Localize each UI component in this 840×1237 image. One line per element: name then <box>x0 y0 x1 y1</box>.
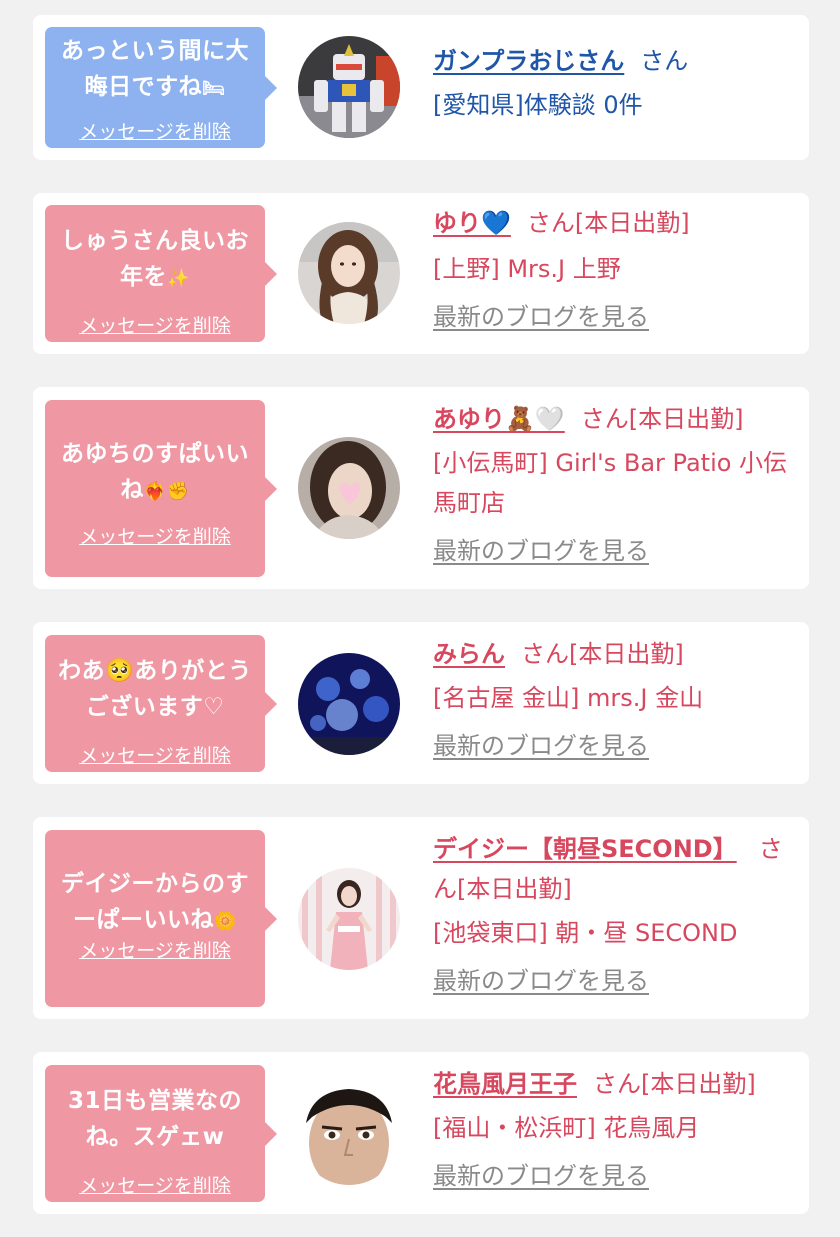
location-text: [小伝馬町] Girl's Bar Patio 小伝馬町店 <box>433 449 788 517</box>
work-status: さん[本日出勤] <box>580 405 744 433</box>
profile-info: 花鳥風月王子 さん[本日出勤] [福山・松浜町] 花鳥風月 最新のブログを見る <box>433 1064 797 1196</box>
latest-blog-link[interactable]: 最新のブログを見る <box>433 1156 797 1196</box>
delete-message-link[interactable]: メッセージを削除 <box>45 311 265 338</box>
profile-name-link[interactable]: ゆり💙 <box>433 209 511 237</box>
message-card: しゅうさん良いお年を✨ メッセージを削除 ゆり💙 さん[本日出勤] [上野] Mr… <box>33 193 809 354</box>
message-card: あっという間に大晦日ですね🛏 メッセージを削除 ガンプラおじさん さん [愛知県… <box>33 15 809 160</box>
avatar[interactable] <box>298 653 400 755</box>
message-bubble: しゅうさん良いお年を✨ メッセージを削除 <box>45 205 277 342</box>
message-bubble: 31日も営業なのね。スゲェw メッセージを削除 <box>45 1065 277 1202</box>
profile-name-link[interactable]: 花鳥風月王子 <box>433 1070 577 1098</box>
profile-info: ガンプラおじさん さん [愛知県]体験談 0件 <box>433 41 797 125</box>
message-card: デイジーからのすーぱーいいね🌼 メッセージを削除 デイジー【朝昼SECOND】 … <box>33 817 809 1019</box>
message-bubble: あっという間に大晦日ですね🛏 メッセージを削除 <box>45 27 277 148</box>
message-bubble: デイジーからのすーぱーいいね🌼 メッセージを削除 <box>45 830 277 1007</box>
work-status: さん[本日出勤] <box>526 209 690 237</box>
avatar-image <box>298 36 400 138</box>
avatar[interactable] <box>298 222 400 324</box>
message-text: しゅうさん良いお年を <box>61 228 249 290</box>
profile-info: あゆり🧸🤍 さん[本日出勤] [小伝馬町] Girl's Bar Patio 小伝… <box>433 399 797 571</box>
avatar-image <box>298 653 400 755</box>
message-card: あゆちのすぱいいね❤‍🔥✊ メッセージを削除 あゆり🧸🤍 さん[本日出勤] [小伝… <box>33 387 809 589</box>
message-emoji: ✨ <box>167 268 190 289</box>
message-list: あっという間に大晦日ですね🛏 メッセージを削除 ガンプラおじさん さん [愛知県… <box>0 0 840 1237</box>
avatar-image <box>298 1083 400 1185</box>
work-status: さん[本日出勤] <box>521 640 684 668</box>
message-text: わあ🥺ありがとうございます♡ <box>58 658 252 720</box>
location-text: [名古屋 金山] mrs.J 金山 <box>433 684 704 712</box>
message-bubble: あゆちのすぱいいね❤‍🔥✊ メッセージを削除 <box>45 400 277 577</box>
message-bubble: わあ🥺ありがとうございます♡ メッセージを削除 <box>45 635 277 772</box>
delete-message-link[interactable]: メッセージを削除 <box>45 522 265 549</box>
latest-blog-link[interactable]: 最新のブログを見る <box>433 297 797 337</box>
message-emoji: 🛏 <box>202 78 226 99</box>
location-text: [上野] Mrs.J 上野 <box>433 255 621 283</box>
latest-blog-link[interactable]: 最新のブログを見る <box>433 531 797 571</box>
delete-message-link[interactable]: メッセージを削除 <box>45 741 265 768</box>
message-emoji: ❤‍🔥✊ <box>143 481 190 502</box>
work-status: さん[本日出勤] <box>593 1070 756 1098</box>
message-text: 31日も営業なのね。スゲェw <box>67 1088 242 1150</box>
location-text: [池袋東口] 朝・昼 SECOND <box>433 919 738 947</box>
profile-info: みらん さん[本日出勤] [名古屋 金山] mrs.J 金山 最新のブログを見る <box>433 634 797 766</box>
avatar-image <box>298 222 400 324</box>
delete-message-link[interactable]: メッセージを削除 <box>45 117 265 144</box>
latest-blog-link[interactable]: 最新のブログを見る <box>433 961 797 1001</box>
message-card: 31日も営業なのね。スゲェw メッセージを削除 花鳥風月王子さん[本日出勤] <box>33 1052 809 1214</box>
delete-message-link[interactable]: メッセージを削除 <box>45 936 265 963</box>
profile-name-link[interactable]: あゆり🧸🤍 <box>433 405 565 433</box>
profile-name-link[interactable]: ガンプラおじさん <box>433 47 624 75</box>
profile-name-link[interactable]: みらん <box>433 640 505 668</box>
message-emoji: 🌼 <box>214 911 237 932</box>
avatar-image <box>298 437 400 539</box>
location-text: [愛知県]体験談 0件 <box>433 91 643 119</box>
profile-info: デイジー【朝昼SECOND】 さん[本日出勤] [池袋東口] 朝・昼 SECOND… <box>433 829 797 1001</box>
honorific: さん <box>640 47 689 75</box>
avatar[interactable] <box>298 868 400 970</box>
latest-blog-link[interactable]: 最新のブログを見る <box>433 726 797 766</box>
avatar[interactable] <box>298 36 400 138</box>
profile-name-link[interactable]: デイジー【朝昼SECOND】 <box>433 835 737 863</box>
avatar[interactable] <box>298 1083 400 1185</box>
location-text: [福山・松浜町] 花鳥風月 <box>433 1114 700 1142</box>
avatar[interactable] <box>298 437 400 539</box>
avatar-image <box>298 868 400 970</box>
delete-message-link[interactable]: メッセージを削除 <box>45 1171 265 1198</box>
profile-info: ゆり💙 さん[本日出勤] [上野] Mrs.J 上野 最新のブログを見る <box>433 203 797 337</box>
message-card: わあ🥺ありがとうございます♡ メッセージを削除 みらん さん[本日出勤] [名古屋… <box>33 622 809 784</box>
